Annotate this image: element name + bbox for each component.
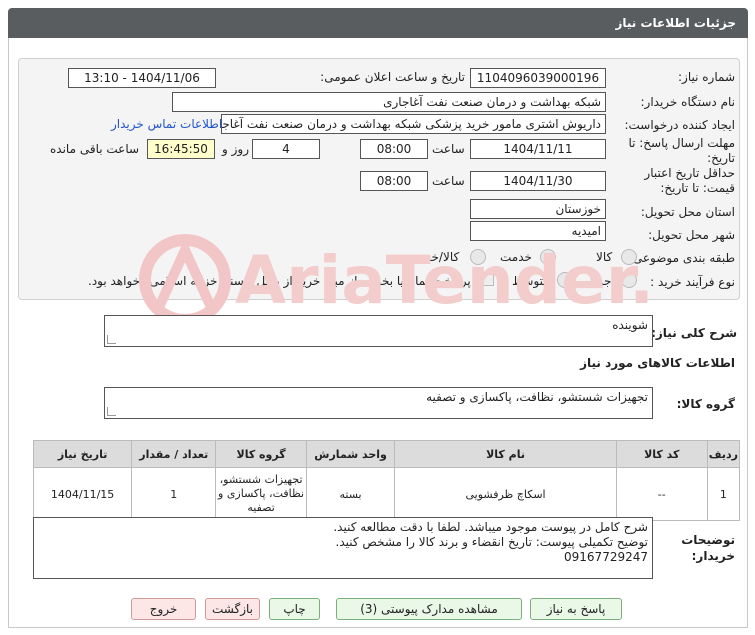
reply-date-label: تاریخ: — [707, 151, 735, 165]
watermark-text: AriaTender.neT — [235, 242, 650, 319]
reply-deadline-label: مهلت ارسال پاسخ: تا — [628, 136, 735, 150]
view-attachments-button[interactable]: مشاهده مدارک پیوستی (3) — [336, 598, 522, 620]
title-bar: جزئیات اطلاعات نیاز — [8, 8, 748, 38]
col-row-number: ردیف — [706, 440, 741, 468]
reply-button[interactable]: پاسخ به نیاز — [530, 598, 622, 620]
col-item-code: کد کالا — [615, 440, 708, 468]
cell-need-date: 1404/11/15 — [32, 467, 133, 521]
exit-button[interactable]: خروج — [131, 598, 196, 620]
validity-date-field[interactable]: 1404/11/30 — [470, 171, 606, 191]
cell-item-code: -- — [615, 467, 708, 521]
cell-item-name: اسکاچ ظرفشویی — [394, 467, 617, 521]
buyer-notes-label: توضیحات — [681, 533, 735, 547]
summary-label: شرح کلی نیاز: — [651, 326, 737, 340]
creator-label: ایجاد کننده درخواست: — [624, 118, 735, 132]
announce-label: تاریخ و ساعت اعلان عمومی: — [320, 70, 465, 84]
announce-field[interactable]: 1404/11/06 - 13:10 — [68, 68, 216, 88]
page-title: جزئیات اطلاعات نیاز — [615, 16, 736, 30]
contact-buyer-link[interactable]: اطلاعات تماس خریدار — [111, 117, 222, 131]
cell-unit: بسته — [305, 467, 396, 521]
reply-date-field[interactable]: 1404/11/11 — [470, 139, 606, 159]
validity-date-label: قیمت: تا تاریخ: — [660, 181, 735, 195]
need-number-label: شماره نیاز: — [678, 70, 735, 84]
process-label: نوع فرآیند خرید : — [650, 275, 735, 289]
province-field[interactable]: خوزستان — [470, 199, 606, 219]
table-header-row: ردیف کد کالا نام کالا واحد شمارش گروه کا… — [32, 440, 741, 468]
buyer-field[interactable]: شبکه بهداشت و درمان صنعت نفت آغاجاری — [172, 92, 606, 112]
reply-time-field[interactable]: 08:00 — [360, 139, 428, 159]
col-item-name: نام کالا — [394, 440, 617, 468]
resize-grip[interactable] — [107, 407, 116, 416]
goods-group-textarea[interactable]: تجهیزات شستشو، نظافت، پاکسازی و تصفیه — [104, 387, 653, 419]
col-need-date: تاریخ نیاز — [32, 440, 133, 468]
days-field[interactable]: 4 — [252, 139, 320, 159]
resize-grip[interactable] — [107, 335, 116, 344]
print-button[interactable]: چاپ — [269, 598, 320, 620]
buyer-notes-textarea[interactable]: شرح کامل در پیوست موجود میباشد. لطفا با … — [33, 517, 653, 579]
col-item-group: گروه کالا — [215, 440, 307, 468]
table-row[interactable]: 1 -- اسکاچ ظرفشویی بسته تجهیزات شستشو، ن… — [32, 467, 741, 521]
city-label: شهر محل تحویل: — [648, 228, 735, 242]
col-quantity: تعداد / مقدار — [131, 440, 217, 468]
col-unit: واحد شمارش — [305, 440, 396, 468]
goods-group-text: تجهیزات شستشو، نظافت، پاکسازی و تصفیه — [426, 390, 648, 404]
reply-time-label: ساعت — [432, 142, 465, 156]
cell-quantity: 1 — [131, 467, 217, 521]
buyer-notes-line: شرح کامل در پیوست موجود میباشد. لطفا با … — [333, 520, 648, 534]
cell-row-number: 1 — [706, 467, 741, 521]
creator-field[interactable]: داریوش اشتری مامور خرید پزشکی شبکه بهداش… — [221, 114, 606, 134]
buyer-notes-line: توضیح تکمیلی پیوست: تاریخ انقضاء و برند … — [335, 535, 649, 549]
remaining-time-field: 16:45:50 — [147, 139, 215, 159]
goods-section-title: اطلاعات کالاهای مورد نیاز — [580, 356, 735, 370]
need-number-field[interactable]: 1104096039000196 — [470, 68, 606, 88]
summary-textarea[interactable]: شوینده — [104, 315, 653, 347]
province-label: استان محل تحویل: — [640, 205, 735, 219]
items-table: ردیف کد کالا نام کالا واحد شمارش گروه کا… — [32, 440, 741, 521]
buyer-notes-label-2: خریدار: — [691, 549, 735, 563]
buyer-notes-line: 09167729247 — [564, 550, 648, 564]
validity-label: حداقل تاریخ اعتبار — [644, 166, 735, 180]
validity-time-label: ساعت — [432, 174, 465, 188]
goods-group-label: گروه کالا: — [676, 397, 735, 411]
buyer-label: نام دستگاه خریدار: — [640, 95, 736, 109]
cell-item-group: تجهیزات شستشو، نظافت، پاکسازی و تصفیه — [215, 467, 307, 521]
days-label: روز و — [222, 142, 249, 156]
validity-time-field[interactable]: 08:00 — [360, 171, 428, 191]
remaining-label: ساعت باقی مانده — [50, 142, 140, 156]
summary-text: شوینده — [612, 318, 648, 332]
back-button[interactable]: بازگشت — [205, 598, 260, 620]
